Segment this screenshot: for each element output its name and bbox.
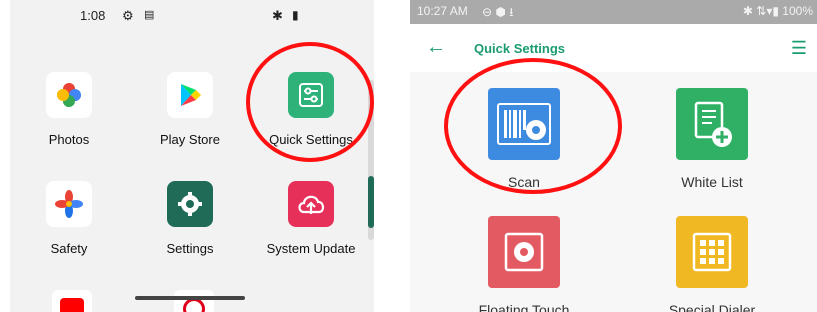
battery-icon: ▮ — [292, 8, 299, 22]
tile-label: Special Dialer — [668, 302, 756, 312]
app-label: System Update — [266, 241, 356, 256]
gear-icon: ⚙ — [122, 8, 134, 23]
bluetooth-icon: ✱ — [272, 8, 283, 23]
play-store-icon — [167, 72, 213, 118]
special-dialer-tile[interactable]: Special Dialer — [632, 216, 792, 312]
app-label: Settings — [166, 241, 214, 256]
app-drawer-screen: 1:08 ⚙ ▤ ✱ ▮ Photos Play Store Quick Set… — [10, 0, 374, 312]
tile-label: Floating Touch — [478, 302, 570, 312]
app-label: Play Store — [160, 132, 220, 147]
page-title: Quick Settings — [474, 41, 566, 56]
highlight-circle — [444, 58, 622, 194]
sdcard-icon: ▤ — [144, 9, 155, 21]
partial-red-icon — [183, 298, 205, 312]
bluetooth-icon: ✱ ⇅▾▮ — [742, 4, 783, 18]
quick-settings-screen: 10:27 AM ⊖ ⬢ ⭳ ✱ ⇅▾▮ 100% ← Quick Settin… — [410, 0, 817, 312]
status-time: 10:27 AM — [417, 4, 468, 18]
app-safety[interactable]: Safety — [14, 181, 124, 256]
app-photos[interactable]: Photos — [14, 72, 124, 147]
youtube-icon — [60, 298, 84, 312]
back-arrow-icon[interactable]: ← — [426, 36, 446, 59]
app-label: Safety — [50, 241, 88, 256]
app-label: Photos — [48, 132, 90, 147]
status-right: ✱ ⇅▾▮ 100% — [743, 4, 813, 18]
safety-icon — [46, 181, 92, 227]
gear-icon — [167, 181, 213, 227]
toolbar: ← Quick Settings ☰ — [410, 24, 817, 72]
list-menu-icon[interactable]: ☰ — [791, 38, 807, 59]
gesture-nav-bar[interactable] — [135, 296, 245, 300]
status-icons: ⊖ ⬢ ⭳ — [482, 5, 514, 19]
tile-label: White List — [681, 174, 743, 190]
floating-touch-tile[interactable]: Floating Touch — [444, 216, 604, 312]
cloud-upload-icon — [288, 181, 334, 227]
app-play-store[interactable]: Play Store — [135, 72, 245, 147]
partial-app-icon[interactable] — [52, 290, 92, 312]
status-bar: 10:27 AM ⊖ ⬢ ⭳ ✱ ⇅▾▮ 100% — [410, 0, 817, 24]
document-add-icon — [676, 88, 748, 160]
floating-button-icon — [488, 216, 560, 288]
dialpad-icon — [676, 216, 748, 288]
white-list-tile[interactable]: White List — [632, 88, 792, 190]
battery-percent: 100% — [782, 4, 813, 18]
photos-icon — [46, 72, 92, 118]
status-time: 1:08 — [80, 8, 106, 23]
scrollbar-thumb[interactable] — [368, 176, 374, 228]
highlight-circle — [246, 42, 374, 162]
app-settings[interactable]: Settings — [135, 181, 245, 256]
partial-app-icon[interactable] — [174, 290, 214, 312]
app-system-update[interactable]: System Update — [256, 181, 366, 256]
